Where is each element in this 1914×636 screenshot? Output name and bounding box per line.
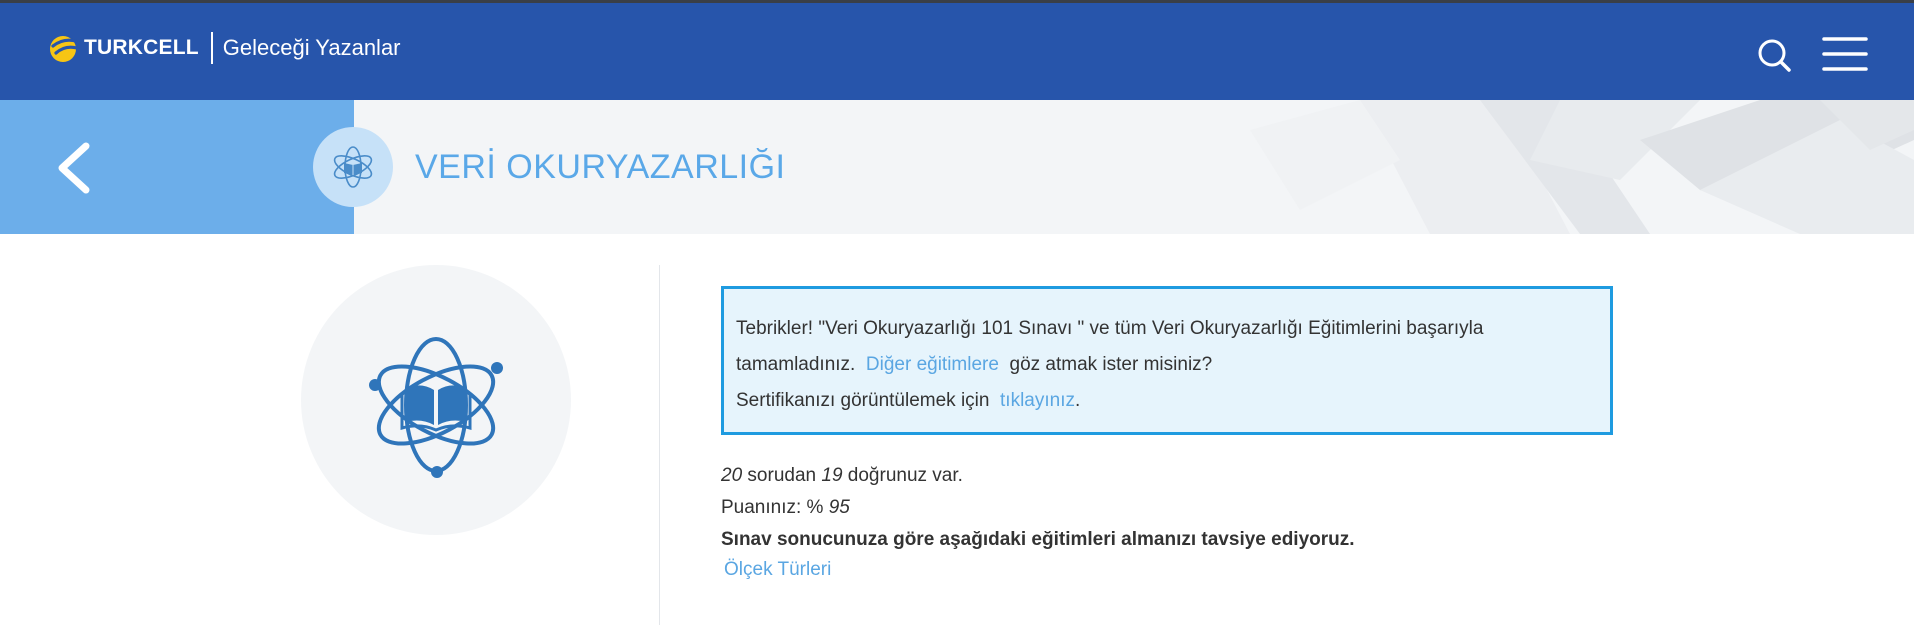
exam-results: 20 sorudan 19 doğrunuz var. Puanınız: % … <box>721 460 1355 556</box>
back-chevron-icon[interactable] <box>50 140 98 196</box>
alert-browse-text: göz atmak ister misiniz? <box>1009 354 1213 375</box>
total-questions: 20 <box>721 465 743 486</box>
questions-text: sorudan <box>747 465 817 486</box>
menu-icon[interactable] <box>1822 35 1868 73</box>
alert-completed-text: tamamladınız. <box>736 354 856 375</box>
score-label: Puanınız: % <box>721 497 824 518</box>
brand-tagline: Geleceği Yazanlar <box>222 35 401 60</box>
course-hero: VERİ OKURYAZARLIĞI <box>0 100 1914 234</box>
site-header: TURKCELL Geleceği Yazanlar <box>0 3 1914 100</box>
view-certificate-link[interactable]: tıklayınız <box>1000 390 1075 411</box>
turkcell-logo-icon <box>50 36 79 62</box>
alert-line-2: tamamladınız. Diğer eğitimlere göz atmak… <box>736 347 1598 383</box>
atom-book-icon <box>333 146 373 188</box>
correct-text: doğrunuz var. <box>847 465 963 486</box>
turkcell-logo[interactable]: TURKCELL Geleceği Yazanlar <box>48 30 401 66</box>
recommended-course-link[interactable]: Ölçek Türleri <box>724 559 831 581</box>
brand-name: TURKCELL <box>84 36 199 59</box>
alert-line-1: Tebrikler! "Veri Okuryazarlığı 101 Sınav… <box>736 311 1598 347</box>
content-divider <box>659 265 660 625</box>
logo-divider <box>210 32 213 64</box>
atom-book-illustration-icon <box>369 337 503 478</box>
alert-certificate-text: Sertifikanızı görüntülemek için <box>736 390 990 411</box>
other-courses-link[interactable]: Diğer eğitimlere <box>866 354 999 375</box>
course-badge-icon <box>313 127 393 207</box>
score-line: Puanınız: % 95 <box>721 492 1355 524</box>
success-alert: Tebrikler! "Veri Okuryazarlığı 101 Sınav… <box>721 286 1613 435</box>
alert-period: . <box>1075 390 1081 411</box>
question-summary: 20 sorudan 19 doğrunuz var. <box>721 460 1355 492</box>
course-title: VERİ OKURYAZARLIĞI <box>415 148 786 186</box>
alert-line-3: Sertifikanızı görüntülemek için tıklayın… <box>736 383 1598 419</box>
correct-count: 19 <box>821 465 843 486</box>
recommendation-text: Sınav sonucunuza göre aşağıdaki eğitimle… <box>721 529 1355 550</box>
search-icon[interactable] <box>1756 35 1792 75</box>
alert-congrats-text: Tebrikler! "Veri Okuryazarlığı 101 Sınav… <box>736 318 1484 339</box>
score-value: 95 <box>828 497 850 518</box>
